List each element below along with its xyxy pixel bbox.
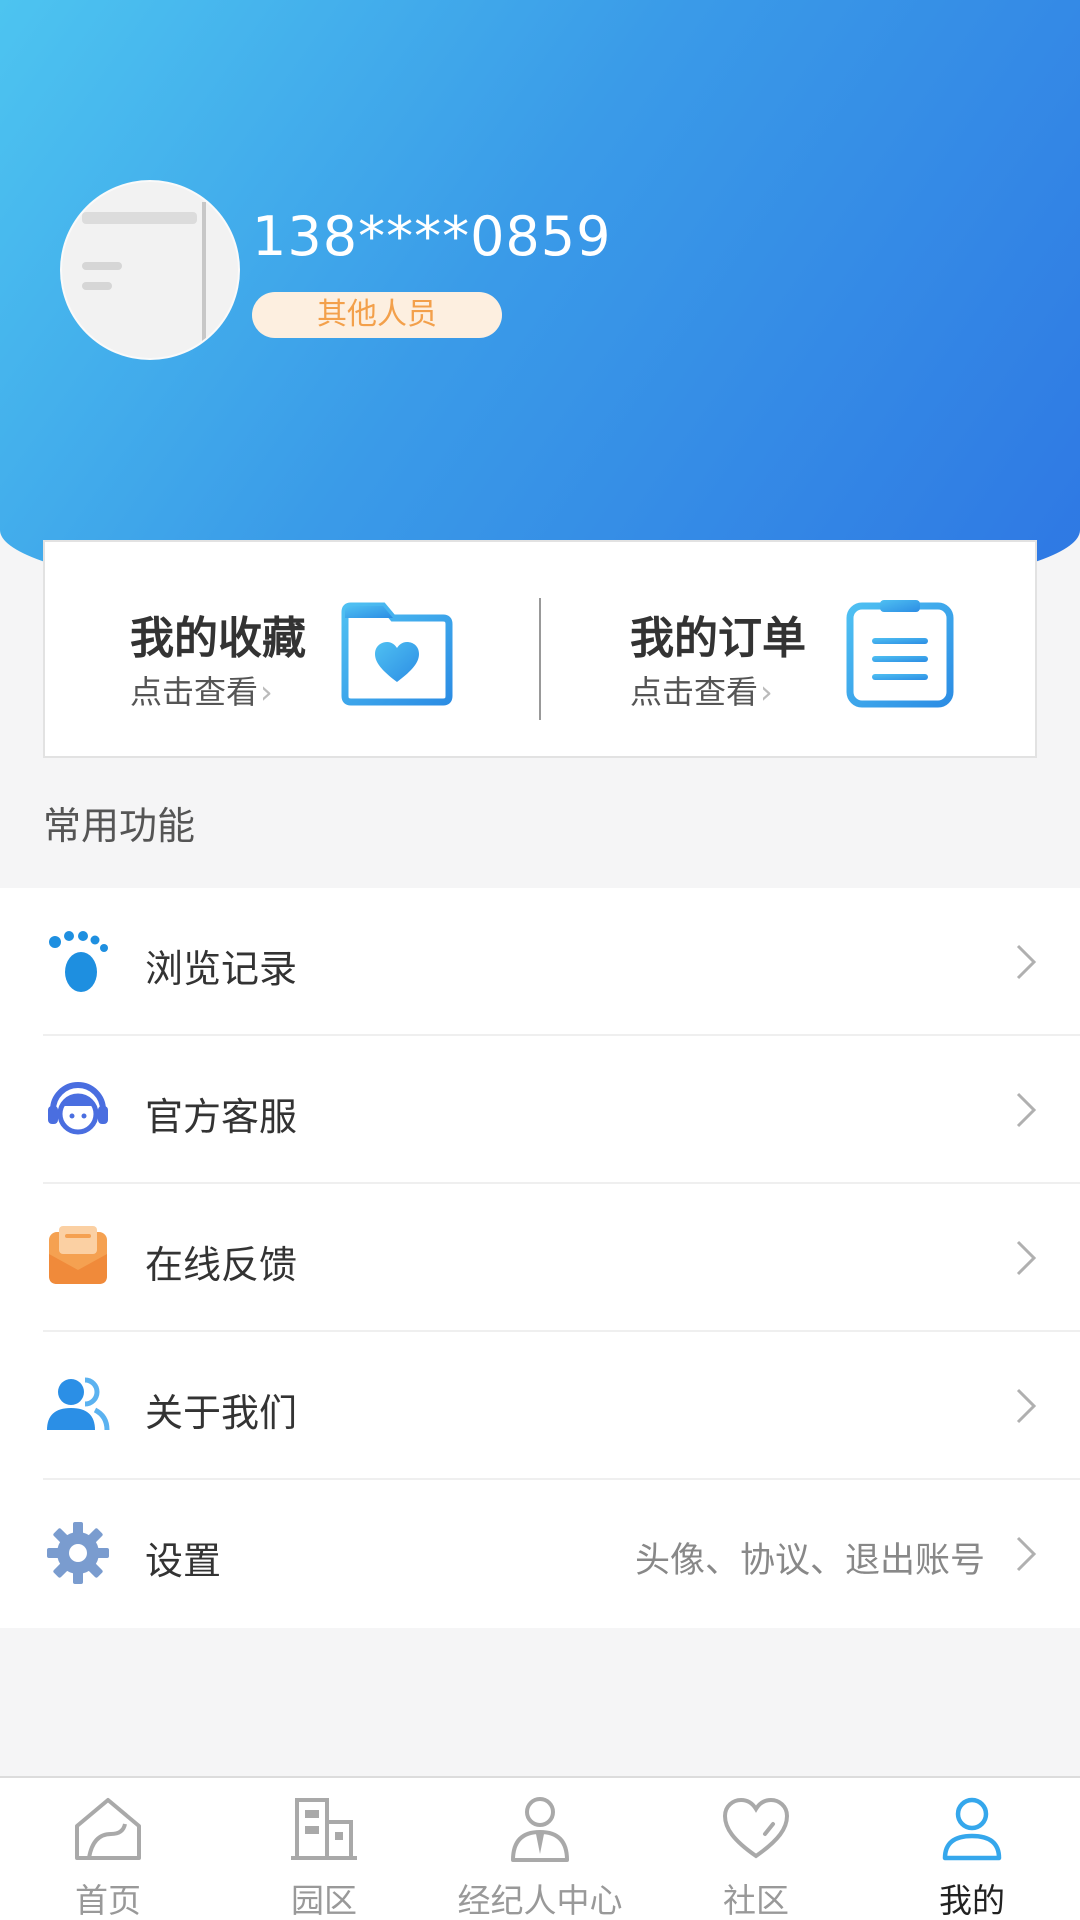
function-menu: 浏览记录 官方客服 在线反馈 关于我们 设置 头像、协议、退出账号 bbox=[0, 888, 1080, 1628]
menu-item-online-feedback[interactable]: 在线反馈 bbox=[0, 1184, 1080, 1332]
folder-heart-icon bbox=[341, 602, 453, 706]
orders-title: 我的订单 bbox=[630, 613, 806, 664]
chevron-right-icon bbox=[1016, 1536, 1037, 1572]
building-icon bbox=[291, 1798, 357, 1860]
footprint-icon bbox=[49, 931, 108, 992]
section-title: 常用功能 bbox=[43, 804, 196, 848]
menu-item-settings[interactable]: 设置 头像、协议、退出账号 bbox=[0, 1480, 1080, 1628]
menu-item-customer-service[interactable]: 官方客服 bbox=[0, 1036, 1080, 1184]
quick-access-card: 我的收藏 点击查看› 我的订单 点击查看› bbox=[43, 540, 1037, 758]
tab-label: 经纪人中心 bbox=[457, 1881, 623, 1920]
role-badge: 其他人员 bbox=[252, 292, 502, 338]
tab-park[interactable]: 园区 bbox=[216, 1778, 432, 1920]
agent-icon bbox=[511, 1797, 569, 1862]
heart-icon bbox=[722, 1797, 790, 1859]
headset-icon bbox=[48, 1082, 108, 1135]
chevron-right-icon bbox=[1016, 944, 1037, 980]
favorites-subtitle: 点击查看› bbox=[130, 673, 273, 711]
bottom-tab-bar: 首页 园区 经纪人中心 社区 我的 bbox=[0, 1776, 1080, 1920]
gear-icon bbox=[47, 1522, 109, 1584]
tab-home[interactable]: 首页 bbox=[0, 1778, 216, 1920]
tab-label: 园区 bbox=[291, 1881, 357, 1920]
clipboard-icon bbox=[846, 600, 954, 708]
feedback-mail-icon bbox=[49, 1226, 107, 1284]
users-icon bbox=[47, 1377, 110, 1431]
chevron-right-icon bbox=[1016, 1388, 1037, 1424]
tab-label: 社区 bbox=[723, 1881, 789, 1920]
tab-label: 首页 bbox=[75, 1881, 141, 1920]
user-icon bbox=[942, 1797, 1002, 1861]
menu-item-about-us[interactable]: 关于我们 bbox=[0, 1332, 1080, 1480]
tab-community[interactable]: 社区 bbox=[648, 1778, 864, 1920]
menu-label: 设置 bbox=[145, 1539, 222, 1583]
menu-label: 官方客服 bbox=[145, 1095, 298, 1139]
home-icon bbox=[75, 1798, 141, 1860]
settings-hint: 头像、协议、退出账号 bbox=[634, 1541, 985, 1581]
tab-label: 我的 bbox=[939, 1881, 1005, 1920]
favorites-title: 我的收藏 bbox=[130, 613, 306, 664]
user-phone: 138****0859 bbox=[252, 205, 612, 268]
chevron-right-icon bbox=[1016, 1092, 1037, 1128]
menu-label: 在线反馈 bbox=[145, 1243, 298, 1287]
tab-agent-center[interactable]: 经纪人中心 bbox=[432, 1778, 648, 1920]
menu-label: 浏览记录 bbox=[145, 947, 298, 991]
tab-mine[interactable]: 我的 bbox=[864, 1778, 1080, 1920]
menu-label: 关于我们 bbox=[145, 1391, 298, 1435]
orders-subtitle: 点击查看› bbox=[630, 673, 773, 711]
chevron-right-icon bbox=[1016, 1240, 1037, 1276]
avatar[interactable] bbox=[60, 180, 240, 360]
my-favorites-button[interactable]: 我的收藏 点击查看› bbox=[45, 542, 539, 756]
menu-item-browse-history[interactable]: 浏览记录 bbox=[0, 888, 1080, 1036]
my-orders-button[interactable]: 我的订单 点击查看› bbox=[541, 542, 1037, 756]
